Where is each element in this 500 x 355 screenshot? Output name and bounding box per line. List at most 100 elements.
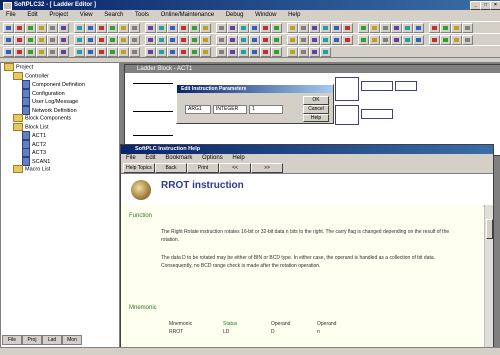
ladder-coil-block[interactable]: [335, 77, 359, 101]
toolbar-button[interactable]: [271, 35, 282, 45]
toolbar-button[interactable]: [320, 35, 331, 45]
toolbar-button[interactable]: [118, 35, 129, 45]
menu-help[interactable]: Help: [288, 12, 300, 18]
toolbar-button[interactable]: [227, 23, 238, 33]
toolbar-button[interactable]: [462, 35, 473, 45]
tree-tab-file[interactable]: File: [2, 335, 22, 345]
toolbar-button[interactable]: [216, 47, 227, 57]
toolbar-button[interactable]: [391, 35, 402, 45]
toolbar-button[interactable]: [380, 35, 391, 45]
toolbar-button[interactable]: [178, 23, 189, 33]
toolbar-button[interactable]: [47, 35, 58, 45]
toolbar-button[interactable]: [271, 47, 282, 57]
toolbar-button[interactable]: [369, 35, 380, 45]
tree-item[interactable]: ACT3: [1, 148, 119, 157]
toolbar-button[interactable]: [178, 47, 189, 57]
toolbar-button[interactable]: [167, 47, 178, 57]
scrollbar-thumb[interactable]: [486, 219, 493, 239]
toolbar-button[interactable]: [156, 35, 167, 45]
toolbar-button[interactable]: [271, 23, 282, 33]
menu-file[interactable]: File: [6, 12, 16, 18]
tree-tab-proj[interactable]: Proj: [22, 335, 42, 345]
toolbar-button[interactable]: [58, 47, 69, 57]
toolbar-button[interactable]: [331, 35, 342, 45]
help-menu-bookmark[interactable]: Bookmark: [165, 155, 192, 161]
toolbar-button[interactable]: [402, 23, 413, 33]
toolbar-button[interactable]: [129, 47, 140, 57]
toolbar-button[interactable]: [145, 47, 156, 57]
ok-button[interactable]: OK: [303, 96, 329, 105]
toolbar-button[interactable]: [216, 23, 227, 33]
tree-item[interactable]: SCAN1: [1, 156, 119, 166]
toolbar-button[interactable]: [189, 47, 200, 57]
toolbar-button[interactable]: [342, 35, 353, 45]
toolbar-button[interactable]: [25, 23, 36, 33]
tree-item[interactable]: Component Definition: [1, 80, 119, 89]
toolbar-button[interactable]: [451, 23, 462, 33]
cancel-button[interactable]: Cancel: [303, 105, 329, 114]
type-select[interactable]: INTEGER: [213, 105, 247, 114]
toolbar-button[interactable]: [36, 23, 47, 33]
menu-edit[interactable]: Edit: [27, 12, 37, 18]
toolbar-button[interactable]: [320, 23, 331, 33]
toolbar-button[interactable]: [342, 23, 353, 33]
toolbar-button[interactable]: [309, 35, 320, 45]
toolbar-button[interactable]: [369, 23, 380, 33]
toolbar-button[interactable]: [227, 35, 238, 45]
previous-button[interactable]: <<: [219, 163, 251, 173]
toolbar-button[interactable]: [74, 23, 85, 33]
ladder-rung-3[interactable]: [133, 135, 173, 136]
menu-debug[interactable]: Debug: [226, 12, 244, 18]
toolbar-button[interactable]: [14, 35, 25, 45]
tree-item[interactable]: ACT1: [1, 131, 119, 140]
tree-item[interactable]: User Log/Message: [1, 97, 119, 106]
help-menu-edit[interactable]: Edit: [145, 155, 155, 161]
tree-tab-mon[interactable]: Mon: [62, 335, 82, 345]
toolbar-button[interactable]: [74, 35, 85, 45]
toolbar-button[interactable]: [380, 23, 391, 33]
help-topics-button[interactable]: Help Topics: [123, 163, 155, 173]
toolbar-button[interactable]: [14, 47, 25, 57]
toolbar-button[interactable]: [25, 47, 36, 57]
toolbar-button[interactable]: [25, 35, 36, 45]
toolbar-button[interactable]: [320, 47, 331, 57]
toolbar-button[interactable]: [96, 35, 107, 45]
toolbar-button[interactable]: [391, 23, 402, 33]
tree-item[interactable]: Controller: [1, 71, 119, 81]
toolbar-button[interactable]: [287, 35, 298, 45]
toolbar-button[interactable]: [238, 47, 249, 57]
toolbar-button[interactable]: [3, 23, 14, 33]
toolbar-button[interactable]: [413, 23, 424, 33]
tree-item[interactable]: Network Definition: [1, 105, 119, 115]
ladder-rung-1[interactable]: [133, 83, 173, 84]
toolbar-button[interactable]: [36, 35, 47, 45]
toolbar-button[interactable]: [358, 35, 369, 45]
toolbar-button[interactable]: [118, 23, 129, 33]
toolbar-button[interactable]: [216, 35, 227, 45]
value-field[interactable]: 1: [249, 105, 283, 114]
toolbar-button[interactable]: [462, 23, 473, 33]
toolbar-button[interactable]: [145, 23, 156, 33]
toolbar-button[interactable]: [167, 23, 178, 33]
toolbar-button[interactable]: [58, 35, 69, 45]
toolbar-button[interactable]: [85, 47, 96, 57]
toolbar-button[interactable]: [287, 47, 298, 57]
ladder-element[interactable]: [361, 109, 393, 119]
toolbar-button[interactable]: [3, 35, 14, 45]
toolbar-button[interactable]: [238, 35, 249, 45]
toolbar-button[interactable]: [298, 47, 309, 57]
toolbar-button[interactable]: [402, 35, 413, 45]
toolbar-button[interactable]: [298, 23, 309, 33]
tree-item[interactable]: ACT2: [1, 139, 119, 149]
toolbar-button[interactable]: [358, 23, 369, 33]
toolbar-button[interactable]: [298, 35, 309, 45]
toolbar-button[interactable]: [260, 23, 271, 33]
menu-view[interactable]: View: [80, 12, 93, 18]
toolbar-button[interactable]: [200, 23, 211, 33]
toolbar-button[interactable]: [167, 35, 178, 45]
operand-field[interactable]: ARG1: [185, 105, 211, 114]
toolbar-button[interactable]: [58, 23, 69, 33]
toolbar-button[interactable]: [189, 23, 200, 33]
tree-item[interactable]: Macro List: [1, 165, 119, 174]
toolbar-button[interactable]: [287, 23, 298, 33]
